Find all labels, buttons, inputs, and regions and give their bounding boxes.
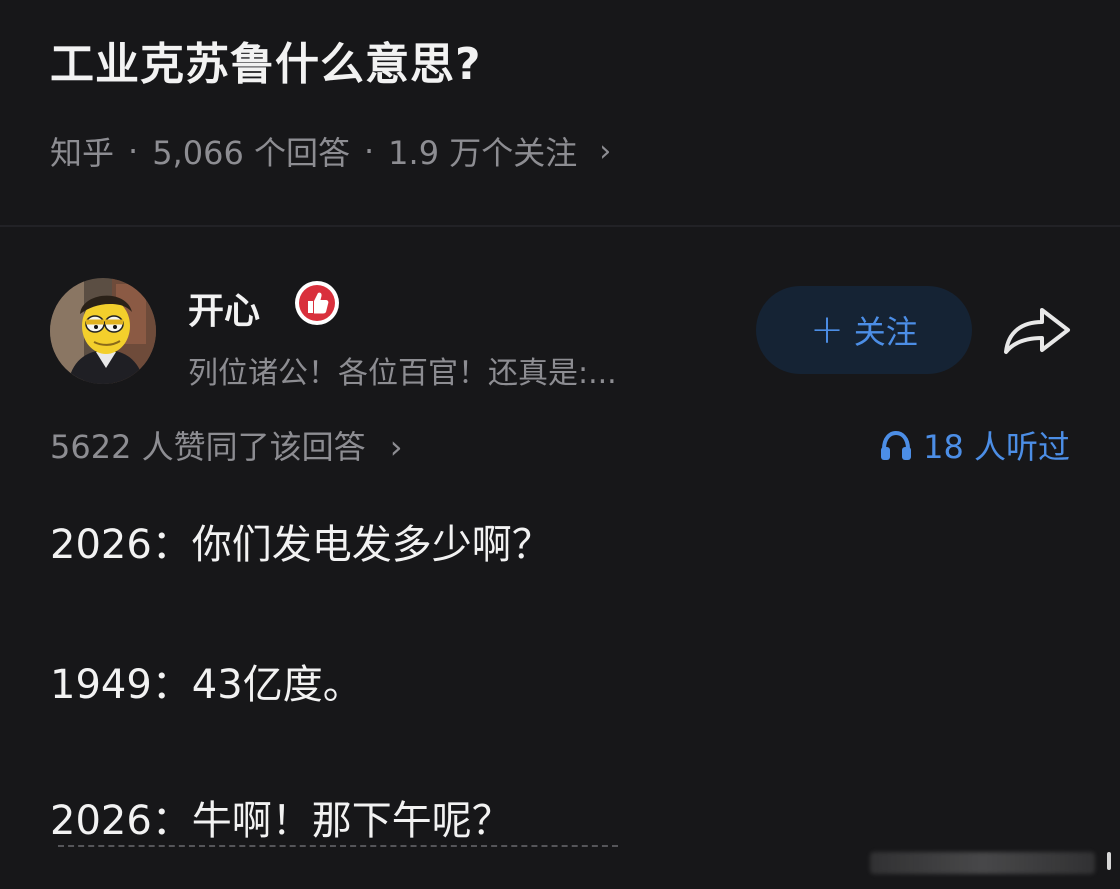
- question-meta[interactable]: 知乎 · 5,066 个回答 · 1.9 万个关注 ›: [50, 128, 611, 174]
- follow-label: 关注: [853, 313, 918, 351]
- cartoon-avatar-icon: [50, 278, 156, 384]
- upvote-count[interactable]: 5622 人赞同了该回答 ›: [50, 422, 403, 468]
- source-label: 知乎: [50, 134, 115, 172]
- thumbs-up-badge-icon: [295, 281, 339, 325]
- plus-icon: +: [810, 307, 844, 353]
- follow-button[interactable]: + 关注: [756, 286, 972, 374]
- chevron-right-icon: ›: [599, 133, 612, 169]
- meta-separator: ·: [363, 132, 375, 170]
- meta-separator: ·: [128, 132, 139, 170]
- answer-line: 2026：你们发电发多少啊？: [50, 522, 552, 568]
- followers-count: 1.9 万个关注: [388, 134, 578, 172]
- listen-count[interactable]: 18 人听过: [879, 422, 1070, 468]
- headphones-icon: [881, 430, 912, 460]
- watermark: [870, 852, 1095, 874]
- question-title[interactable]: 工业克苏鲁什么意思?: [50, 28, 482, 92]
- author-bio[interactable]: 列位诸公！各位百官！还真是:...: [188, 348, 617, 392]
- answer-line: 2026：牛啊！那下午呢？: [50, 798, 512, 844]
- scroll-indicator: [1107, 852, 1111, 870]
- listen-text: 18 人听过: [923, 428, 1070, 466]
- upvote-text: 5622 人赞同了该回答: [50, 428, 366, 466]
- section-divider: [0, 225, 1120, 227]
- dashed-underline: [58, 845, 618, 847]
- answers-count: 5,066 个回答: [152, 134, 350, 172]
- answer-line: 1949：43亿度。: [50, 662, 363, 708]
- chevron-right-icon: ›: [389, 428, 403, 466]
- avatar[interactable]: [50, 278, 156, 384]
- author-name[interactable]: 开心: [188, 282, 260, 334]
- share-arrow-icon[interactable]: [998, 300, 1074, 360]
